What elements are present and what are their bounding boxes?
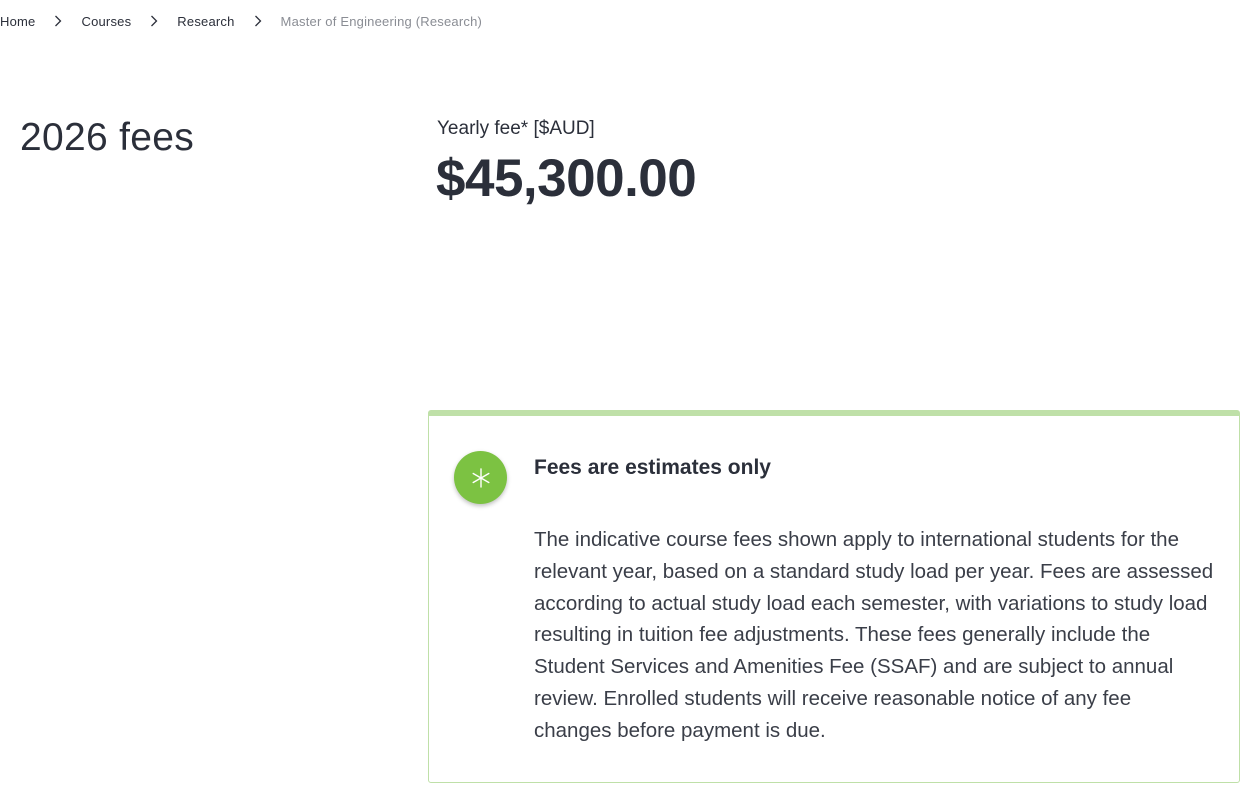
chevron-right-icon [35,13,81,29]
yearly-fee-label: Yearly fee* [$AUD] [437,118,595,139]
asterisk-icon [454,451,507,504]
breadcrumb-research-link[interactable]: Research [177,14,234,29]
breadcrumb: Home Courses Research Master of Engineer… [0,13,482,29]
breadcrumb-current: Master of Engineering (Research) [280,13,483,29]
breadcrumb-courses-link[interactable]: Courses [81,14,131,29]
fees-title: 2026 fees [20,116,195,159]
notice-body: The indicative course fees shown apply t… [534,528,1214,742]
yearly-fee-amount: $45,300.00 [436,149,697,208]
chevron-right-icon [131,13,177,29]
chevron-right-icon [235,13,281,29]
fee-estimate-notice: Fees are estimates only The indicative c… [428,410,1240,783]
breadcrumb-home-link[interactable]: Home [0,14,35,29]
notice-heading: Fees are estimates only [534,456,771,479]
